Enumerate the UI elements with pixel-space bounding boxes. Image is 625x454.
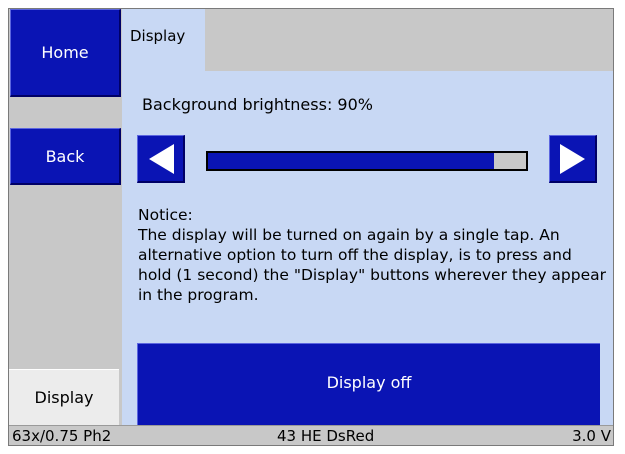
home-button-label: Home	[41, 43, 89, 62]
brightness-label: Background brightness: 90%	[142, 95, 373, 114]
tab-strip: Display	[122, 9, 613, 71]
status-filter: 43 HE DsRed	[277, 427, 375, 445]
brightness-slider-fill	[208, 153, 495, 169]
display-settings-panel: Background brightness: 90% Notice: The d…	[122, 71, 613, 429]
display-button-label: Display	[34, 388, 94, 407]
home-button[interactable]: Home	[10, 9, 121, 97]
app-window: Home Back Display Display Background bri…	[8, 8, 614, 446]
back-button-label: Back	[45, 146, 85, 166]
brightness-slider[interactable]	[206, 151, 528, 171]
display-button[interactable]: Display	[9, 369, 119, 425]
triangle-left-icon	[148, 143, 174, 174]
status-bar: 63x/0.75 Ph2 43 HE DsRed 3.0 V	[9, 425, 613, 445]
sidebar: Home Back Display	[9, 9, 122, 425]
notice-body: The display will be turned on again by a…	[138, 226, 607, 304]
tab-display-label: Display	[130, 27, 186, 45]
status-objective: 63x/0.75 Ph2	[12, 427, 112, 445]
triangle-right-icon	[559, 143, 585, 174]
notice-text: Notice: The display will be turned on ag…	[138, 205, 608, 305]
status-voltage: 3.0 V	[572, 427, 611, 445]
back-button[interactable]: Back	[10, 128, 121, 185]
increase-brightness-button[interactable]	[549, 135, 597, 183]
tab-display[interactable]: Display	[122, 9, 205, 71]
decrease-brightness-button[interactable]	[137, 135, 185, 183]
notice-title: Notice:	[138, 206, 193, 224]
display-off-label: Display off	[326, 373, 412, 392]
display-off-button[interactable]: Display off	[137, 343, 600, 429]
